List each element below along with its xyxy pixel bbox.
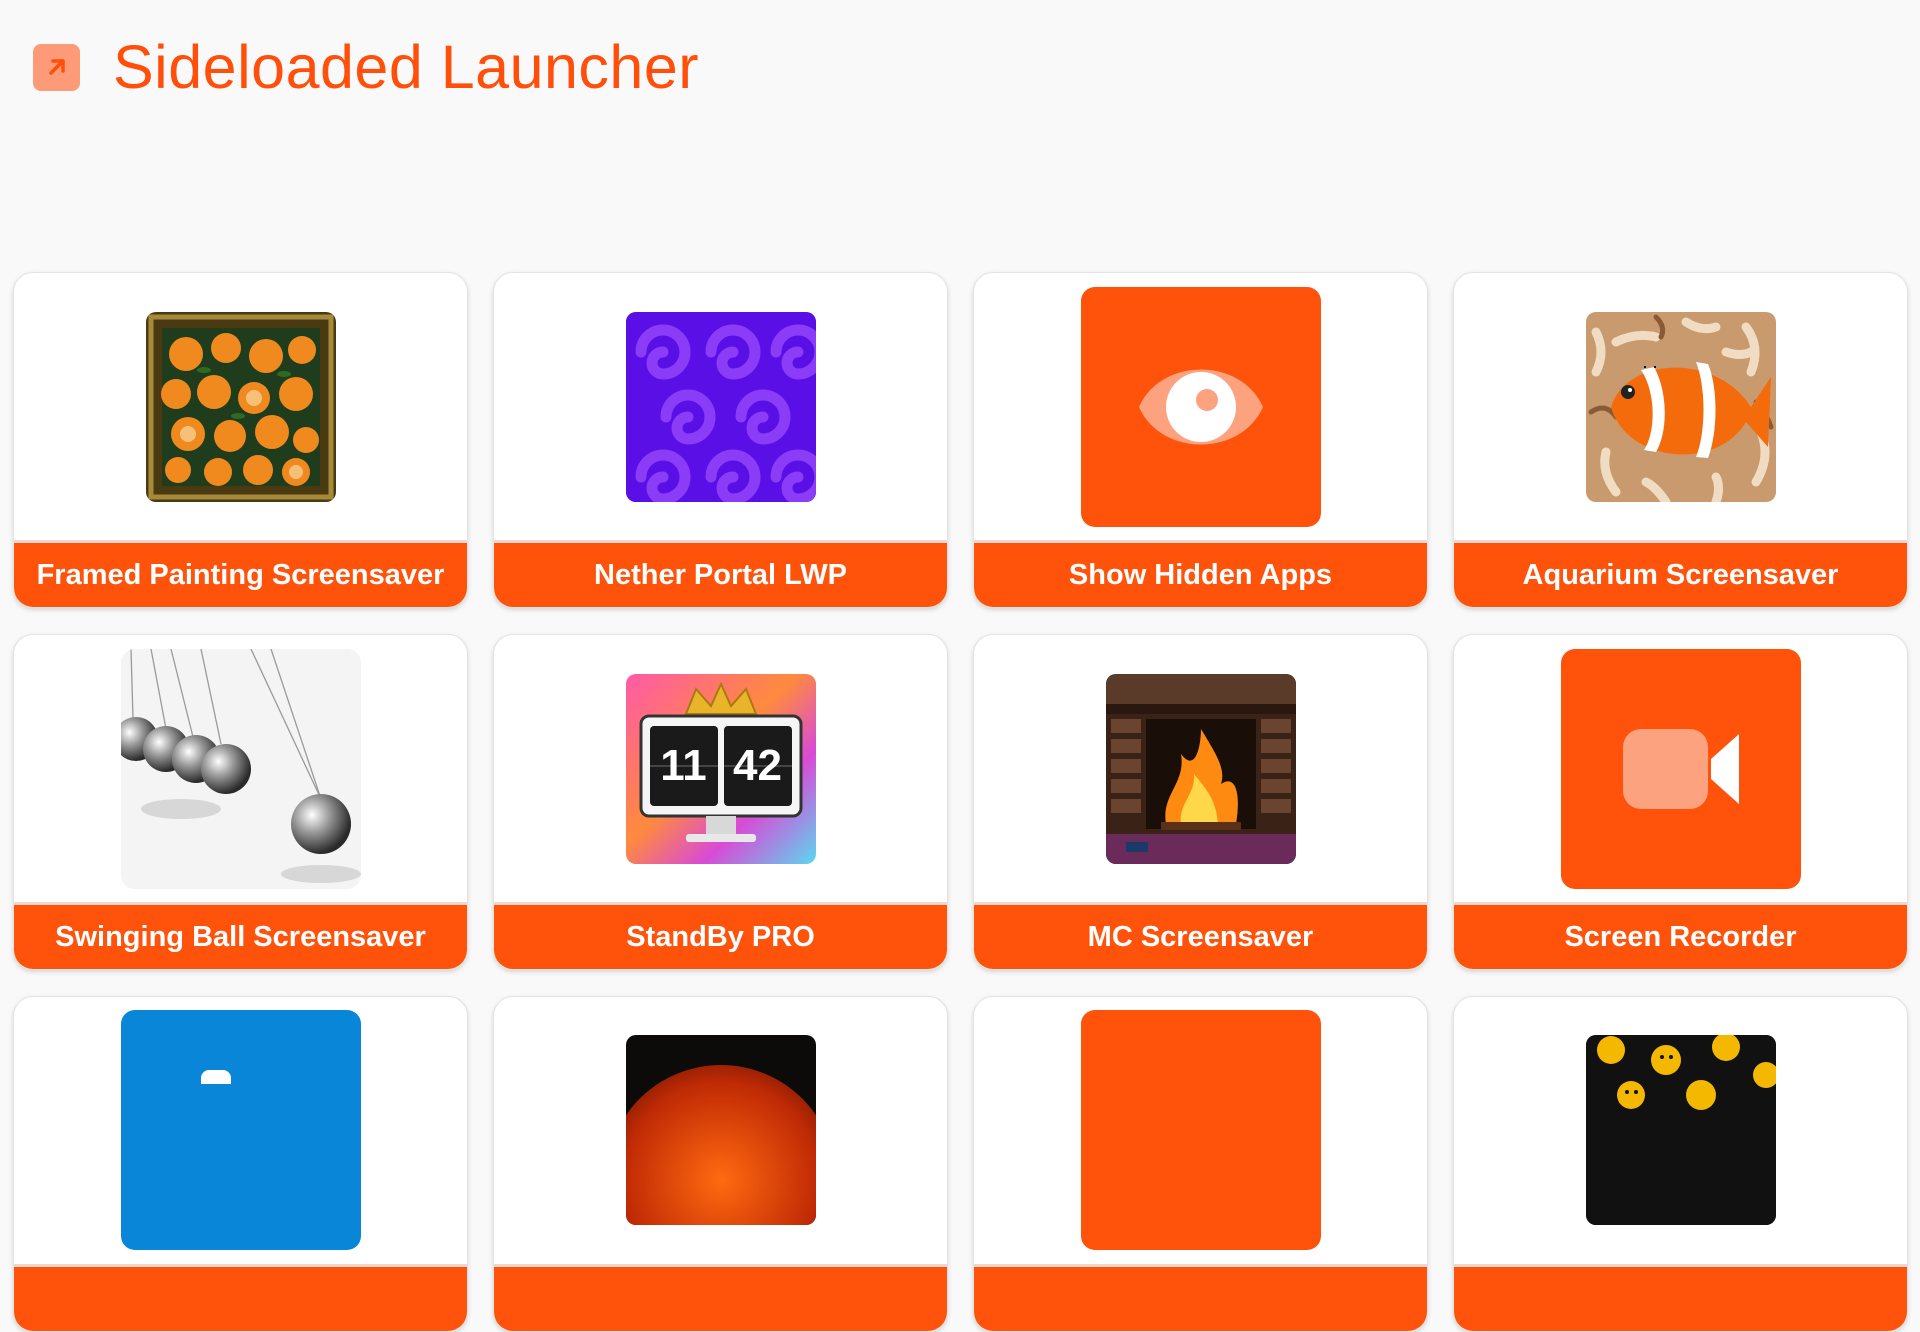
framed-oranges-painting-icon [145,312,336,502]
app-card-mc-screensaver[interactable]: MC Screensaver [973,634,1428,970]
app-card-swinging-ball[interactable]: Swinging Ball Screensaver [13,634,468,970]
app-card-framed-painting[interactable]: Framed Painting Screensaver [13,272,468,608]
app-header: Sideloaded Launcher [33,32,699,102]
flip-clock-crown-icon: 11 42 [625,674,816,864]
app-card-row3-3[interactable] [973,996,1428,1332]
clock-minutes-text: 42 [733,741,782,790]
app-label: Show Hidden Apps [974,540,1427,607]
app-card-row3-2[interactable] [493,996,948,1332]
page-title: Sideloaded Launcher [113,33,700,101]
app-label: MC Screensaver [974,902,1427,969]
app-card-show-hidden-apps[interactable]: Show Hidden Apps [973,272,1428,608]
sun-app-icon [625,1035,816,1225]
app-card-nether-portal[interactable]: Nether Portal LWP [493,272,948,608]
blue-app-icon [120,1010,361,1250]
app-label [974,1264,1427,1331]
clock-hours-text: 11 [660,741,707,790]
app-label: Swinging Ball Screensaver [14,902,467,969]
eye-icon [1080,287,1321,527]
emoji-app-icon [1585,1035,1776,1225]
app-card-screen-recorder[interactable]: Screen Recorder [1453,634,1908,970]
app-label: StandBy PRO [494,902,947,969]
app-card-aquarium[interactable]: Aquarium Screensaver [1453,272,1908,608]
app-label: Screen Recorder [1454,902,1907,969]
external-arrow-icon [33,43,80,91]
app-label [14,1264,467,1331]
app-card-row3-1[interactable] [13,996,468,1332]
app-label: Nether Portal LWP [494,540,947,607]
app-label [494,1264,947,1331]
newtons-cradle-icon [120,649,361,889]
app-label: Framed Painting Screensaver [14,540,467,607]
app-label: Aquarium Screensaver [1454,540,1907,607]
fireplace-icon [1105,674,1296,864]
clownfish-icon [1585,312,1776,502]
app-card-row3-4[interactable] [1453,996,1908,1332]
orange-app-icon [1080,1010,1321,1250]
purple-swirl-portal-icon [625,312,816,502]
video-camera-icon [1560,649,1801,889]
app-card-standby-pro[interactable]: 11 42 StandBy PRO [493,634,948,970]
app-label [1454,1264,1907,1331]
